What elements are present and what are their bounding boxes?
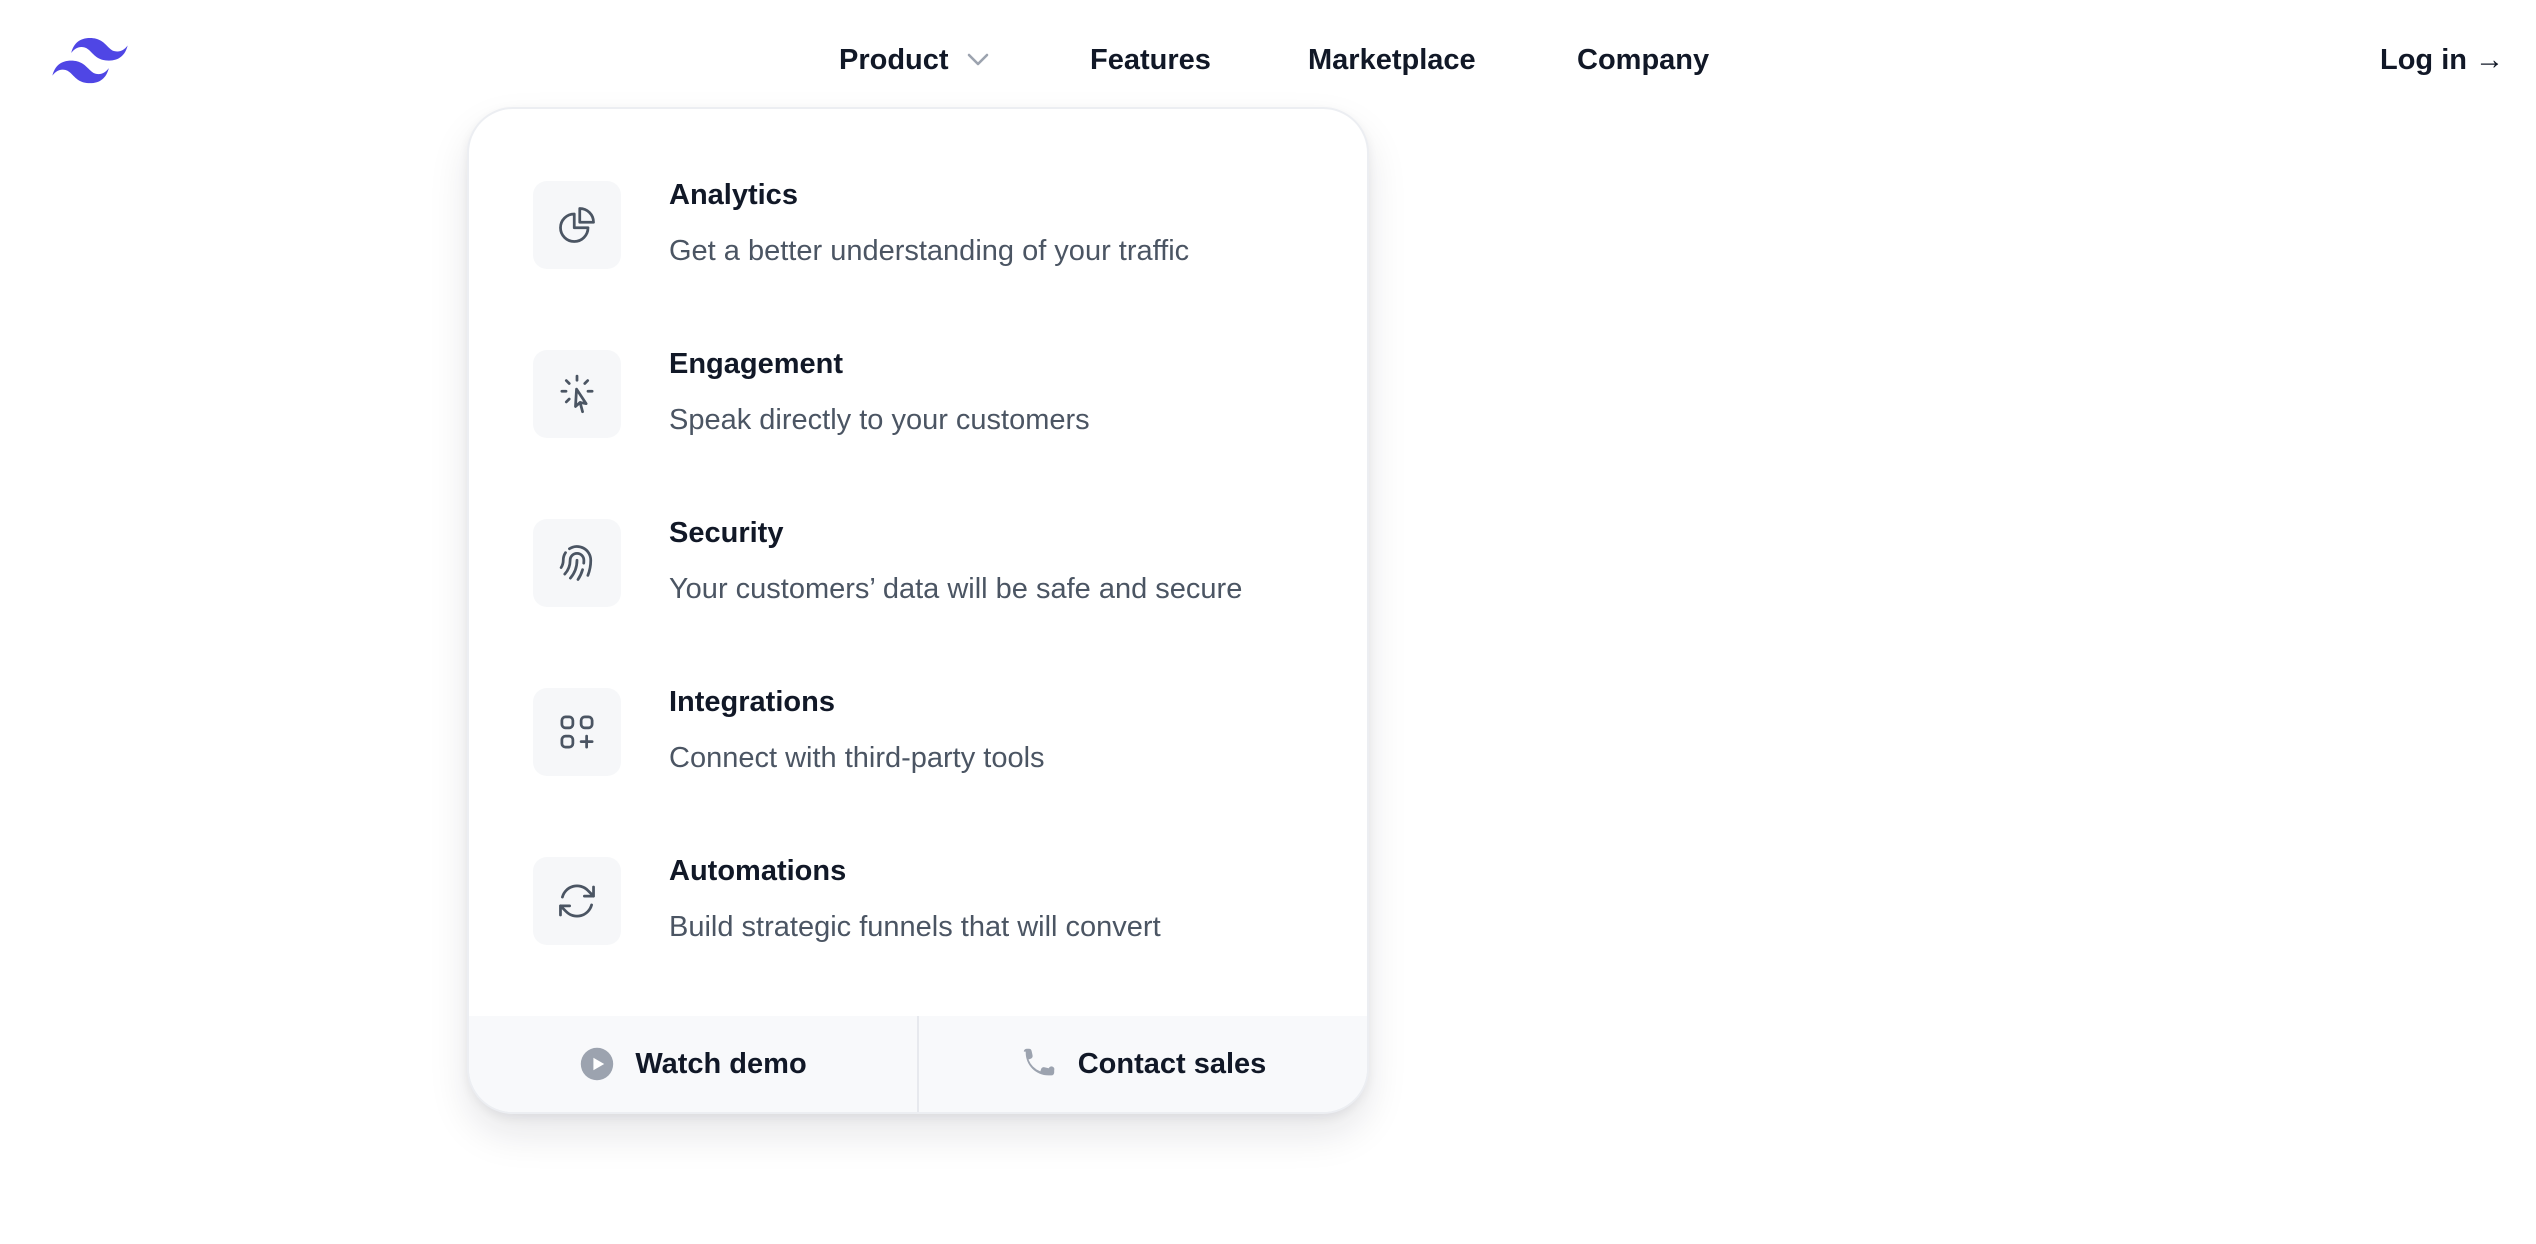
dropdown-footer: Watch demo Contact sales — [469, 1016, 1367, 1112]
menu-item-description: Speak directly to your customers — [669, 404, 1090, 436]
main-nav: Product Features Marketplace Company — [0, 0, 2536, 120]
squares-plus-icon — [533, 688, 621, 776]
menu-item-description: Connect with third-party tools — [669, 742, 1045, 774]
menu-item-description: Your customers’ data will be safe and se… — [669, 573, 1243, 605]
menu-item-title: Integrations — [669, 686, 835, 718]
watch-demo-label: Watch demo — [635, 1047, 807, 1080]
nav-features[interactable]: Features — [1090, 40, 1211, 80]
menu-item-automations[interactable]: Automations Build strategic funnels that… — [533, 785, 1307, 945]
menu-item-security[interactable]: Security Your customers’ data will be sa… — [533, 447, 1307, 607]
nav-marketplace[interactable]: Marketplace — [1308, 40, 1476, 80]
fingerprint-icon — [533, 519, 621, 607]
arrow-path-icon — [533, 857, 621, 945]
phone-icon — [1020, 1045, 1058, 1083]
site-header: Product Features Marketplace Company Log… — [0, 0, 2536, 120]
menu-item-analytics[interactable]: Analytics Get a better understanding of … — [533, 109, 1307, 269]
nav-product[interactable]: Product — [839, 40, 989, 80]
menu-item-title: Automations — [669, 855, 847, 887]
menu-item-integrations[interactable]: Integrations Connect with third-party to… — [533, 616, 1307, 776]
contact-sales-button[interactable]: Contact sales — [917, 1016, 1367, 1112]
product-dropdown-panel: Analytics Get a better understanding of … — [467, 107, 1369, 1114]
menu-item-description: Build strategic funnels that will conver… — [669, 911, 1161, 943]
contact-sales-label: Contact sales — [1077, 1047, 1267, 1080]
watch-demo-button[interactable]: Watch demo — [469, 1016, 917, 1112]
nav-product-label: Product — [839, 44, 949, 76]
login-link[interactable]: Log in → — [2380, 40, 2504, 80]
menu-item-engagement[interactable]: Engagement Speak directly to your custom… — [533, 278, 1307, 438]
menu-item-title: Engagement — [669, 348, 844, 380]
nav-company[interactable]: Company — [1577, 40, 1709, 80]
pie-chart-icon — [533, 181, 621, 269]
menu-item-title: Security — [669, 517, 784, 549]
menu-item-description: Get a better understanding of your traff… — [669, 235, 1190, 267]
chevron-down-icon — [967, 53, 989, 67]
play-circle-icon — [579, 1046, 615, 1082]
menu-item-title: Analytics — [669, 179, 798, 211]
cursor-click-icon — [533, 350, 621, 438]
